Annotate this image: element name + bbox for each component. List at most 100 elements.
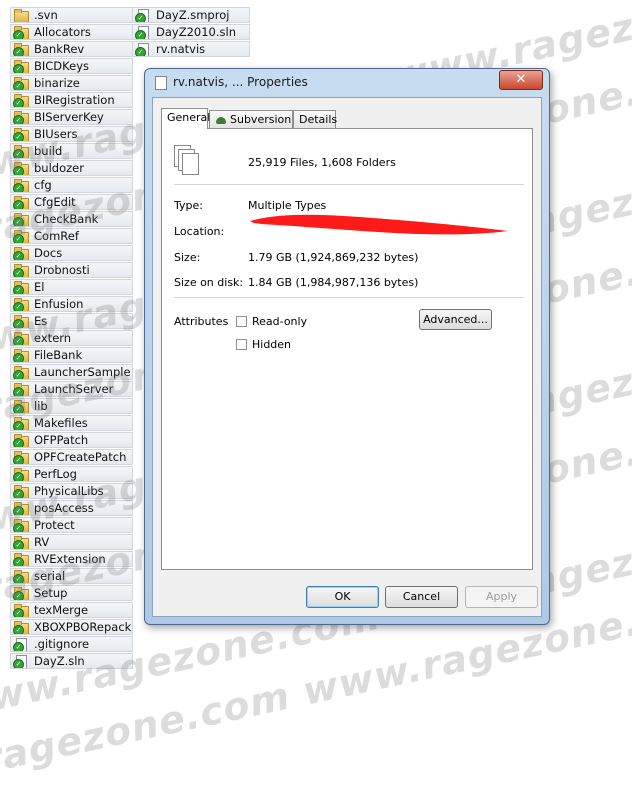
folder-icon: ✓ xyxy=(13,484,29,498)
file-name: ComRef xyxy=(34,229,79,243)
file-list-item[interactable]: ✓ binarize xyxy=(10,75,133,91)
svn-normal-overlay-icon: ✓ xyxy=(13,80,24,90)
file-icon: ✓ xyxy=(13,637,29,651)
file-list-item[interactable]: ✓ posAccess xyxy=(10,500,133,516)
file-list-item[interactable]: ✓ rv.natvis xyxy=(132,41,250,57)
file-list-item[interactable]: ✓ RVExtension xyxy=(10,551,133,567)
folder-icon: ✓ xyxy=(13,348,29,362)
folder-icon: ✓ xyxy=(13,246,29,260)
file-name: LaunchServer xyxy=(34,382,114,396)
tab-label: General xyxy=(167,111,211,124)
readonly-checkbox[interactable] xyxy=(236,316,247,327)
file-name: BIUsers xyxy=(34,127,78,141)
file-list-item[interactable]: ✓ PhysicalLibs xyxy=(10,483,133,499)
file-list-item[interactable]: ✓ extern xyxy=(10,330,133,346)
folder-icon: ✓ xyxy=(13,501,29,515)
file-list-item[interactable]: ✓ BIRegistration xyxy=(10,92,133,108)
svn-normal-overlay-icon: ✓ xyxy=(13,386,24,396)
dialog-titlebar[interactable]: rv.natvis, ... Properties ✕ xyxy=(145,69,549,95)
file-list-item[interactable]: ✓ FileBank xyxy=(10,347,133,363)
properties-dialog: rv.natvis, ... Properties ✕ General Subv… xyxy=(144,68,550,625)
file-name: RVExtension xyxy=(34,552,106,566)
file-list-item[interactable]: ✓ El xyxy=(10,279,133,295)
file-list-item[interactable]: ✓ .gitignore xyxy=(10,636,133,652)
file-list-item[interactable]: ✓ Protect xyxy=(10,517,133,533)
folder-icon: ✓ xyxy=(13,93,29,107)
file-name: El xyxy=(34,280,45,294)
svn-normal-overlay-icon: ✓ xyxy=(13,369,24,379)
file-list-item[interactable]: ✓ DayZ2010.sln xyxy=(132,24,250,40)
folder-icon: ✓ xyxy=(13,331,29,345)
file-list-item[interactable]: ✓ BIServerKey xyxy=(10,109,133,125)
file-list-item[interactable]: ✓ cfg xyxy=(10,177,133,193)
file-list-item[interactable]: ✓ XBOXPBORepack xyxy=(10,619,133,635)
file-name: DayZ.smproj xyxy=(156,8,230,22)
file-list-item[interactable]: ✓ BIUsers xyxy=(10,126,133,142)
svn-normal-overlay-icon: ✓ xyxy=(13,216,24,226)
file-name: serial xyxy=(34,569,66,583)
file-name: LauncherSample xyxy=(34,365,131,379)
file-list-item[interactable]: ✓ texMerge xyxy=(10,602,133,618)
file-name: XBOXPBORepack xyxy=(34,620,132,634)
file-list-item[interactable]: ✓ Allocators xyxy=(10,24,133,40)
file-list-item[interactable]: ✓ CheckBank xyxy=(10,211,133,227)
file-name: Setup xyxy=(34,586,68,600)
file-list-item[interactable]: ✓ BankRev xyxy=(10,41,133,57)
file-list-item[interactable]: ✓ CfgEdit xyxy=(10,194,133,210)
file-list-item[interactable]: ✓ ComRef xyxy=(10,228,133,244)
tab-label: Details xyxy=(299,113,338,126)
svn-normal-overlay-icon: ✓ xyxy=(13,352,24,362)
svn-normal-overlay-icon: ✓ xyxy=(13,97,24,107)
folder-icon: ✓ xyxy=(13,76,29,90)
file-list-item[interactable]: ✓ Docs xyxy=(10,245,133,261)
file-list-item[interactable]: ✓ Setup xyxy=(10,585,133,601)
hidden-checkbox[interactable] xyxy=(236,339,247,350)
file-list-item[interactable]: ✓ PerfLog xyxy=(10,466,133,482)
close-button[interactable]: ✕ xyxy=(499,70,543,90)
folder-icon: ✓ xyxy=(13,195,29,209)
file-list-item[interactable]: ✓ Drobnosti xyxy=(10,262,133,278)
file-list-item[interactable]: ✓ LauncherSample xyxy=(10,364,133,380)
file-list-item[interactable]: .svn xyxy=(10,7,133,23)
multiple-files-icon xyxy=(174,145,200,175)
file-list-item[interactable]: ✓ Es xyxy=(10,313,133,329)
file-name: extern xyxy=(34,331,72,345)
svn-normal-overlay-icon: ✓ xyxy=(13,454,24,464)
svn-normal-overlay-icon: ✓ xyxy=(13,471,24,481)
file-list-item[interactable]: ✓ serial xyxy=(10,568,133,584)
svn-normal-overlay-icon: ✓ xyxy=(13,590,24,600)
file-list-item[interactable]: ✓ build xyxy=(10,143,133,159)
file-icon: ✓ xyxy=(135,42,151,56)
file-list-item[interactable]: ✓ BICDKeys xyxy=(10,58,133,74)
svn-normal-overlay-icon: ✓ xyxy=(13,63,24,73)
folder-icon: ✓ xyxy=(13,450,29,464)
folder-icon: ✓ xyxy=(13,467,29,481)
file-list-item[interactable]: ✓ DayZ.smproj xyxy=(132,7,250,23)
file-name: .svn xyxy=(34,8,58,22)
file-list-item[interactable]: ✓ DayZ.sln xyxy=(10,653,133,669)
file-list-item[interactable]: ✓ lib xyxy=(10,398,133,414)
apply-button[interactable]: Apply xyxy=(465,586,538,608)
tab-details[interactable]: Details xyxy=(293,110,338,128)
file-name: Es xyxy=(34,314,48,328)
folder-icon: ✓ xyxy=(13,365,29,379)
advanced-button[interactable]: Advanced... xyxy=(419,309,492,330)
cancel-button[interactable]: Cancel xyxy=(385,586,458,608)
general-panel: 25,919 Files, 1,608 Folders Type: Multip… xyxy=(161,128,533,570)
file-list-item[interactable]: ✓ LaunchServer xyxy=(10,381,133,397)
ok-button[interactable]: OK xyxy=(306,586,379,608)
folder-icon: ✓ xyxy=(13,586,29,600)
file-list-item[interactable]: ✓ Makefiles xyxy=(10,415,133,431)
folder-icon: ✓ xyxy=(13,161,29,175)
folder-icon: ✓ xyxy=(13,620,29,634)
tab-subversion[interactable]: Subversion xyxy=(209,110,293,128)
folder-icon: ✓ xyxy=(13,280,29,294)
tab-general[interactable]: General xyxy=(161,108,211,129)
file-list-item[interactable]: ✓ Enfusion xyxy=(10,296,133,312)
file-list-item[interactable]: ✓ RV xyxy=(10,534,133,550)
file-list-item[interactable]: ✓ OFPPatch xyxy=(10,432,133,448)
file-list-item[interactable]: ✓ buldozer xyxy=(10,160,133,176)
file-list-item[interactable]: ✓ OPFCreatePatch xyxy=(10,449,133,465)
file-name: rv.natvis xyxy=(156,42,206,56)
hidden-label: Hidden xyxy=(252,338,292,351)
